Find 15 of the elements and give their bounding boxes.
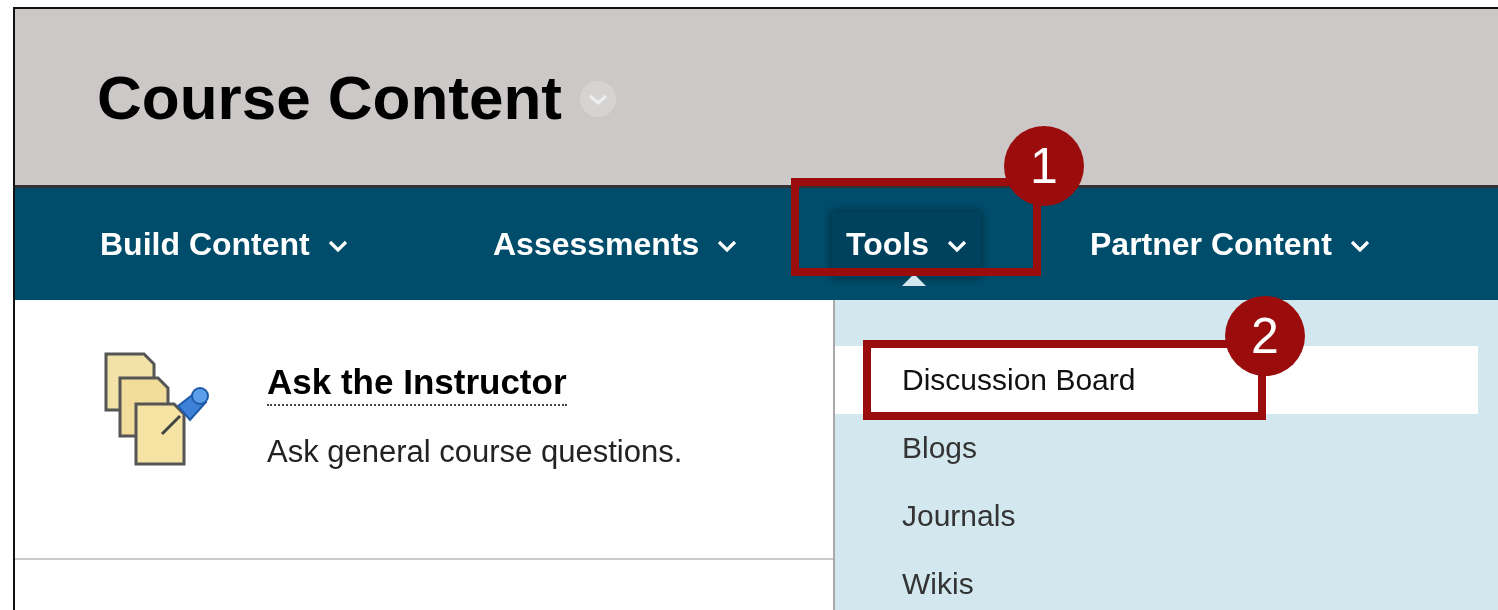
menu-item[interactable]: Journals — [835, 482, 1478, 550]
menu-button[interactable]: Assessments — [493, 225, 738, 263]
menu-pointer-icon — [902, 273, 926, 286]
item-description: Ask general course questions. — [267, 434, 683, 470]
menu-item[interactable]: Wikis — [835, 550, 1478, 610]
chevron-down-icon — [327, 239, 348, 253]
chevron-down-icon — [1349, 239, 1370, 253]
page-title: Course Content — [97, 61, 562, 133]
chevron-down-icon — [717, 239, 738, 253]
item-title-link[interactable]: Ask the Instructor — [267, 362, 567, 406]
menu-button[interactable]: Build Content — [100, 225, 348, 263]
chevron-down-icon[interactable] — [580, 81, 616, 117]
menu-button[interactable]: Partner Content — [1090, 225, 1370, 263]
chevron-down-icon — [946, 239, 967, 253]
menu-item[interactable]: Blogs — [835, 414, 1478, 482]
